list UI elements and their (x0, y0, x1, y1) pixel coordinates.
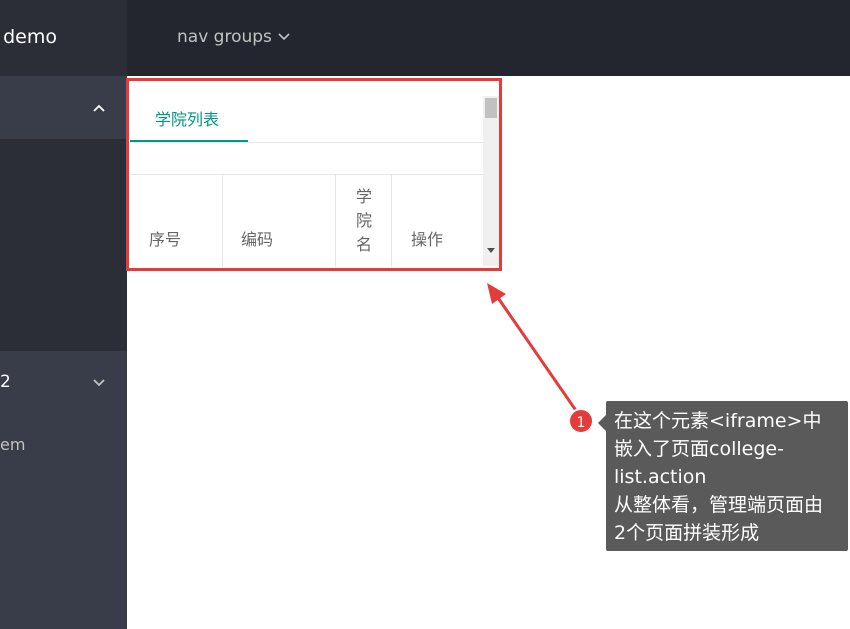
tooltip-line: 嵌入了页面college- (614, 438, 784, 460)
annotation-badge: 1 (568, 408, 594, 434)
tooltip-line: 2个页面拼装形成 (614, 522, 760, 544)
tooltip-line: 在这个元素<iframe>中 (614, 410, 822, 432)
tooltip-tail (598, 415, 606, 431)
tooltip-line: 从整体看，管理端页面由 (614, 494, 824, 516)
tooltip-line: list.action (614, 466, 707, 488)
annotation-tooltip: 在这个元素<iframe>中 嵌入了页面college- list.action… (606, 401, 848, 551)
